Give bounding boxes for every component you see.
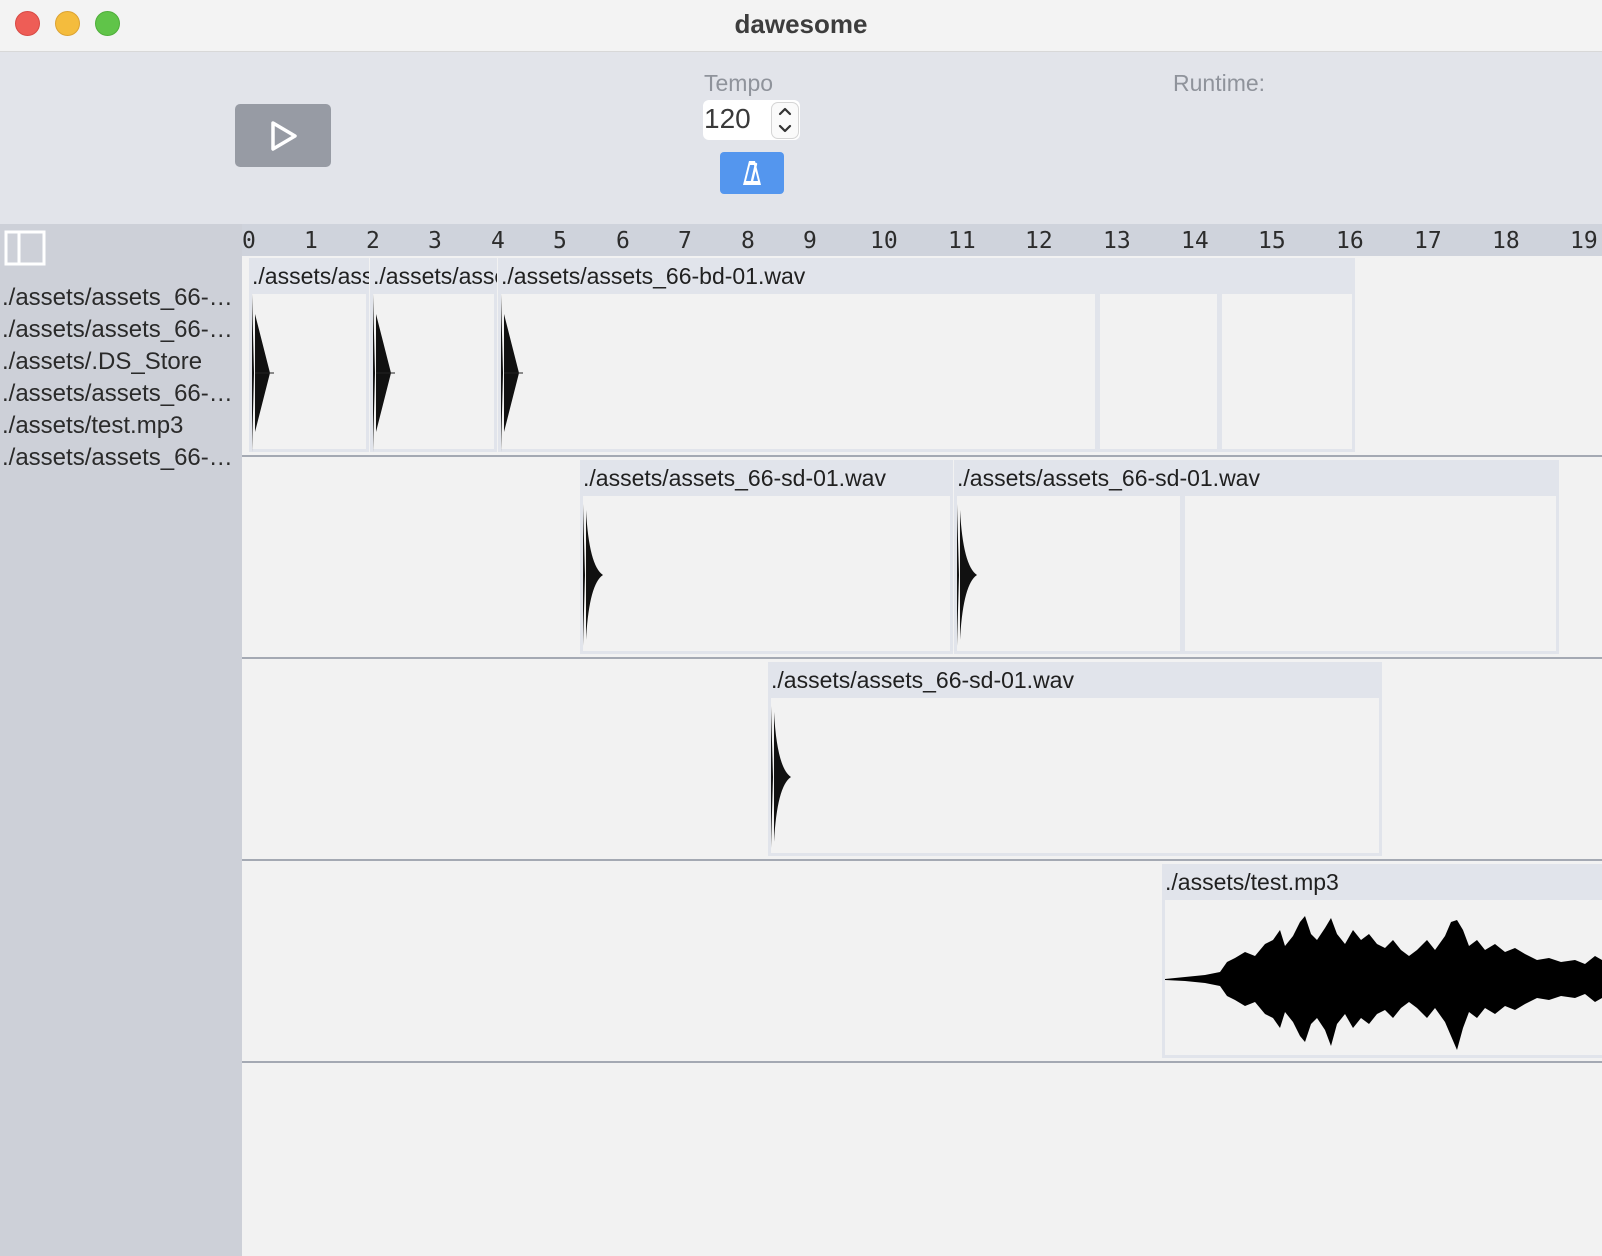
ruler-tick: 16 [1336,228,1364,254]
clip-label: ./assets/assets_66-bd-01.wav [501,263,806,289]
ruler-tick: 1 [304,228,318,254]
file-browser-sidebar: ./assets/assets_66-bd-01.wav ./assets/as… [0,224,242,1256]
clip-label: ./assets/assets_66-sd-01.wav [583,465,886,491]
clip-waveform [1165,900,1602,1055]
file-item[interactable]: ./assets/.DS_Store [0,346,238,378]
ruler-tick: 14 [1181,228,1209,254]
tempo-value[interactable]: 120 [704,103,751,135]
clip-divider [1095,294,1100,452]
chevron-down-icon [778,124,792,133]
ruler-tick: 9 [803,228,817,254]
ruler-tick: 0 [242,228,256,254]
tempo-increment-button[interactable] [772,103,798,120]
clip-waveform [252,294,366,452]
sidebar-toggle-icon[interactable] [4,230,46,266]
audio-clip[interactable]: ./assets/assets_66-sd-01.wav [768,662,1382,856]
tempo-decrement-button[interactable] [772,120,798,137]
track-lane[interactable]: ./assets/assets_66-sd-01.wav [242,660,1602,861]
audio-clip[interactable]: ./assets/assets_66-bd-01.wav [370,258,497,452]
file-list: ./assets/assets_66-bd-01.wav ./assets/as… [0,282,238,474]
ruler-tick: 11 [948,228,976,254]
waveform-graphic [1165,916,1602,1050]
tempo-field[interactable]: 120 [703,100,800,140]
app-window: dawesome Tempo 120 Runtime: ./assets/ass… [0,0,1602,1256]
ruler-tick: 12 [1025,228,1053,254]
play-button[interactable] [235,104,331,167]
runtime-label: Runtime: [1173,70,1266,96]
audio-clip[interactable]: ./assets/assets_66-bd-01.wav [498,258,1355,452]
clip-divider [1217,294,1222,452]
waveform-graphic [583,504,603,646]
audio-clip[interactable]: ./assets/test.mp3 [1162,864,1602,1058]
clip-waveform [583,496,950,651]
file-item[interactable]: ./assets/assets_66-hh-01.wav [0,378,238,410]
window-title: dawesome [734,9,868,39]
ruler-tick: 13 [1103,228,1131,254]
file-item[interactable]: ./assets/assets_66-bd-01.wav [0,282,238,314]
clip-label: ./assets/assets_66-bd-01.wav [373,263,497,289]
ruler-tick: 5 [553,228,567,254]
waveform-graphic [771,706,791,848]
title-bar: dawesome [0,0,1602,52]
clip-divider [1180,496,1185,654]
clip-waveform [771,698,1379,853]
ruler-tick: 4 [491,228,505,254]
clip-label: ./assets/assets_66-bd-01.wav [252,263,369,289]
track-lanes: ./assets/assets_66-bd-01.wav ./assets/as… [242,256,1602,1256]
metronome-icon [743,161,761,185]
ruler-tick: 3 [428,228,442,254]
clip-waveform [501,294,1352,452]
tempo-label: Tempo [704,70,774,96]
ruler-tick: 10 [870,228,898,254]
ruler-tick: 17 [1414,228,1442,254]
ruler-tick: 18 [1492,228,1520,254]
ruler-tick: 6 [616,228,630,254]
waveform-graphic [373,294,395,452]
ruler-tick: 8 [741,228,755,254]
ruler-tick: 15 [1258,228,1286,254]
track-lane[interactable]: ./assets/test.mp3 [242,862,1602,1063]
clip-label: ./assets/assets_66-sd-01.wav [957,465,1260,491]
clip-label: ./assets/assets_66-sd-01.wav [771,667,1074,693]
file-item[interactable]: ./assets/assets_66-sd-01.wav [0,314,238,346]
clip-label: ./assets/test.mp3 [1165,869,1339,895]
audio-clip[interactable]: ./assets/assets_66-bd-01.wav [249,258,369,452]
clip-waveform [957,496,1556,651]
tempo-stepper[interactable] [772,103,798,138]
chevron-up-icon [778,107,792,116]
audio-clip[interactable]: ./assets/assets_66-sd-01.wav [580,460,953,654]
metronome-toggle-button[interactable] [720,152,784,194]
file-item[interactable]: ./assets/test.mp3 [0,410,238,442]
waveform-graphic [252,294,274,452]
file-item[interactable]: ./assets/assets_66-oh-01.wav [0,442,238,474]
waveform-graphic [957,504,977,646]
play-icon [271,121,297,151]
track-lane[interactable]: ./assets/assets_66-sd-01.wav ./assets/as… [242,458,1602,659]
ruler-tick: 7 [678,228,692,254]
clip-waveform [373,294,494,452]
transport-toolbar: Tempo 120 Runtime: [0,52,1602,224]
ruler-tick: 2 [366,228,380,254]
audio-clip[interactable]: ./assets/assets_66-sd-01.wav [954,460,1559,654]
timeline-ruler[interactable]: 0 1 2 3 4 5 6 7 8 9 10 11 12 13 14 15 16… [242,224,1602,256]
ruler-tick: 19 [1570,228,1598,254]
track-lane[interactable]: ./assets/assets_66-bd-01.wav ./assets/as… [242,256,1602,457]
waveform-graphic [501,294,523,452]
